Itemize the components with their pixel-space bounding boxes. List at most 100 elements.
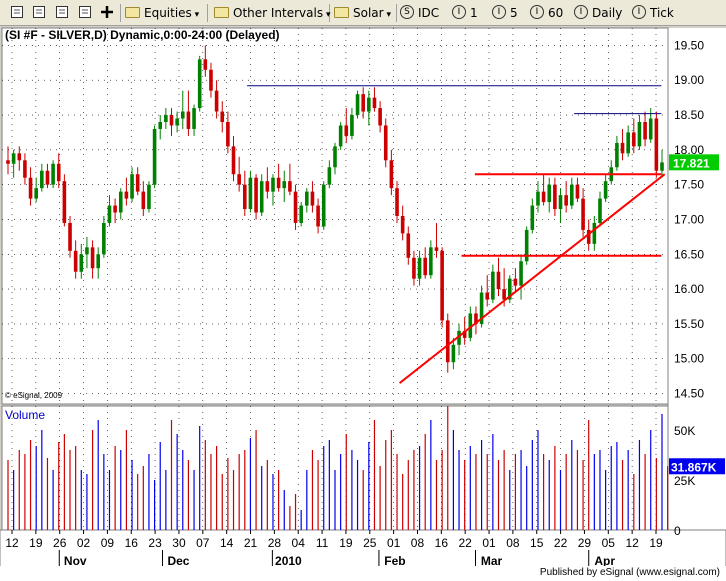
interval-1-button[interactable]: 1 — [470, 4, 478, 22]
candle-body — [626, 132, 630, 154]
candle-body — [130, 174, 134, 199]
candle-body — [11, 153, 16, 164]
candle-body — [383, 125, 388, 161]
y-tick-label: 16.00 — [674, 282, 704, 296]
candle-body — [564, 195, 568, 206]
candle-body — [361, 94, 365, 112]
x-tick-label: 19 — [29, 536, 43, 550]
candle-body — [496, 271, 501, 290]
y-tick-label: 15.50 — [674, 317, 704, 331]
copy-icon[interactable] — [32, 5, 46, 19]
volume-y-tick-label: 0 — [674, 524, 681, 538]
x-tick-label: 12 — [625, 536, 639, 550]
candle-body — [248, 177, 253, 210]
candle-body — [282, 181, 287, 189]
footer-bar: Published by eSignal (www.esignal.com) — [0, 566, 726, 581]
interval-icon: I — [574, 5, 588, 19]
x-tick-label: 26 — [53, 536, 67, 550]
volume-y-tick-label: 50K — [674, 424, 695, 438]
x-tick-label: 25 — [363, 536, 377, 550]
candle-body — [259, 181, 264, 213]
candle-body — [305, 191, 309, 206]
candle-body — [147, 184, 151, 210]
candle-body — [412, 257, 416, 279]
interval-icon: I — [452, 5, 466, 19]
candle-body — [34, 188, 38, 199]
candle-body — [90, 247, 95, 269]
candle-body — [648, 118, 653, 140]
candle-body — [406, 233, 411, 258]
candle-body — [152, 128, 157, 185]
y-tick-label: 15.00 — [674, 352, 704, 366]
candle-body — [242, 184, 247, 210]
candle-body — [316, 205, 320, 227]
candle-body — [547, 184, 552, 203]
candle-body — [299, 205, 303, 223]
candle-body — [124, 191, 129, 199]
toolbar: Equities ▾ Other Intervals ▾ Solar ▾ S IDC I 1… — [0, 0, 726, 26]
candle-body — [203, 59, 208, 70]
candle-body — [6, 160, 10, 164]
x-tick-label: 14 — [220, 536, 234, 550]
y-tick-label: 17.50 — [674, 178, 704, 192]
menu-label: Other Intervals — [233, 6, 324, 20]
y-tick-label: 19.00 — [674, 73, 704, 87]
x-tick-label: 22 — [459, 536, 473, 550]
x-tick-label: 02 — [77, 536, 91, 550]
candle-body — [372, 97, 377, 109]
candle-body — [367, 97, 371, 112]
candle-body — [186, 111, 191, 129]
x-tick-label: 29 — [578, 536, 592, 550]
menu-equities-button[interactable]: Equities ▾ — [144, 4, 199, 22]
candle-body — [440, 250, 444, 321]
x-tick-label: 01 — [387, 536, 401, 550]
interval-tick-button[interactable]: Tick — [650, 4, 674, 22]
x-tick-label: 08 — [411, 536, 425, 550]
candle-body — [389, 160, 394, 189]
candle-body — [400, 216, 405, 234]
crosshair-icon[interactable] — [100, 5, 114, 19]
candle-body — [632, 132, 636, 147]
candle-body — [502, 289, 506, 300]
menu-other-intervals-button[interactable]: Other Intervals ▾ — [233, 4, 330, 22]
candle-body — [355, 94, 360, 116]
y-tick-label: 19.50 — [674, 38, 704, 52]
candle-body — [654, 118, 659, 171]
x-tick-label: 01 — [482, 536, 496, 550]
candle-body — [107, 205, 112, 223]
menu-label: Equities — [144, 6, 192, 20]
candle-body — [592, 222, 597, 244]
candle-body — [276, 177, 281, 189]
interval-idc-button[interactable]: IDC — [418, 4, 439, 22]
candle-body — [321, 184, 326, 227]
x-tick-label: 28 — [268, 536, 282, 550]
candle-body — [541, 191, 546, 203]
chevron-down-icon: ▾ — [191, 10, 200, 20]
candle-body — [169, 115, 174, 126]
interval-icon: I — [530, 5, 544, 19]
candle-body — [164, 115, 168, 122]
candle-body — [118, 191, 123, 213]
candle-body — [519, 261, 523, 286]
link-icon[interactable] — [55, 5, 69, 19]
interval-daily-button[interactable]: Daily — [592, 4, 622, 22]
interval-5-button[interactable]: 5 — [510, 4, 518, 22]
candle-body — [423, 257, 428, 276]
interval-icon: I — [492, 5, 506, 19]
candle-body — [231, 146, 236, 175]
last-price-value: 17.821 — [673, 156, 710, 170]
candle-body — [553, 184, 557, 210]
candle-body — [660, 162, 664, 171]
x-tick-label: 07 — [196, 536, 210, 550]
interval-60-button[interactable]: 60 — [548, 4, 563, 22]
x-tick-label: 15 — [530, 536, 544, 550]
folder-icon — [334, 7, 349, 18]
properties-icon[interactable] — [78, 5, 92, 19]
menu-solar-button[interactable]: Solar ▾ — [353, 4, 391, 22]
candle-body — [434, 247, 439, 251]
candle-body — [271, 177, 275, 192]
grid-icon[interactable] — [10, 5, 24, 19]
candle-body — [96, 254, 101, 269]
volume-title: Volume — [5, 408, 45, 422]
x-tick-label: 05 — [602, 536, 616, 550]
